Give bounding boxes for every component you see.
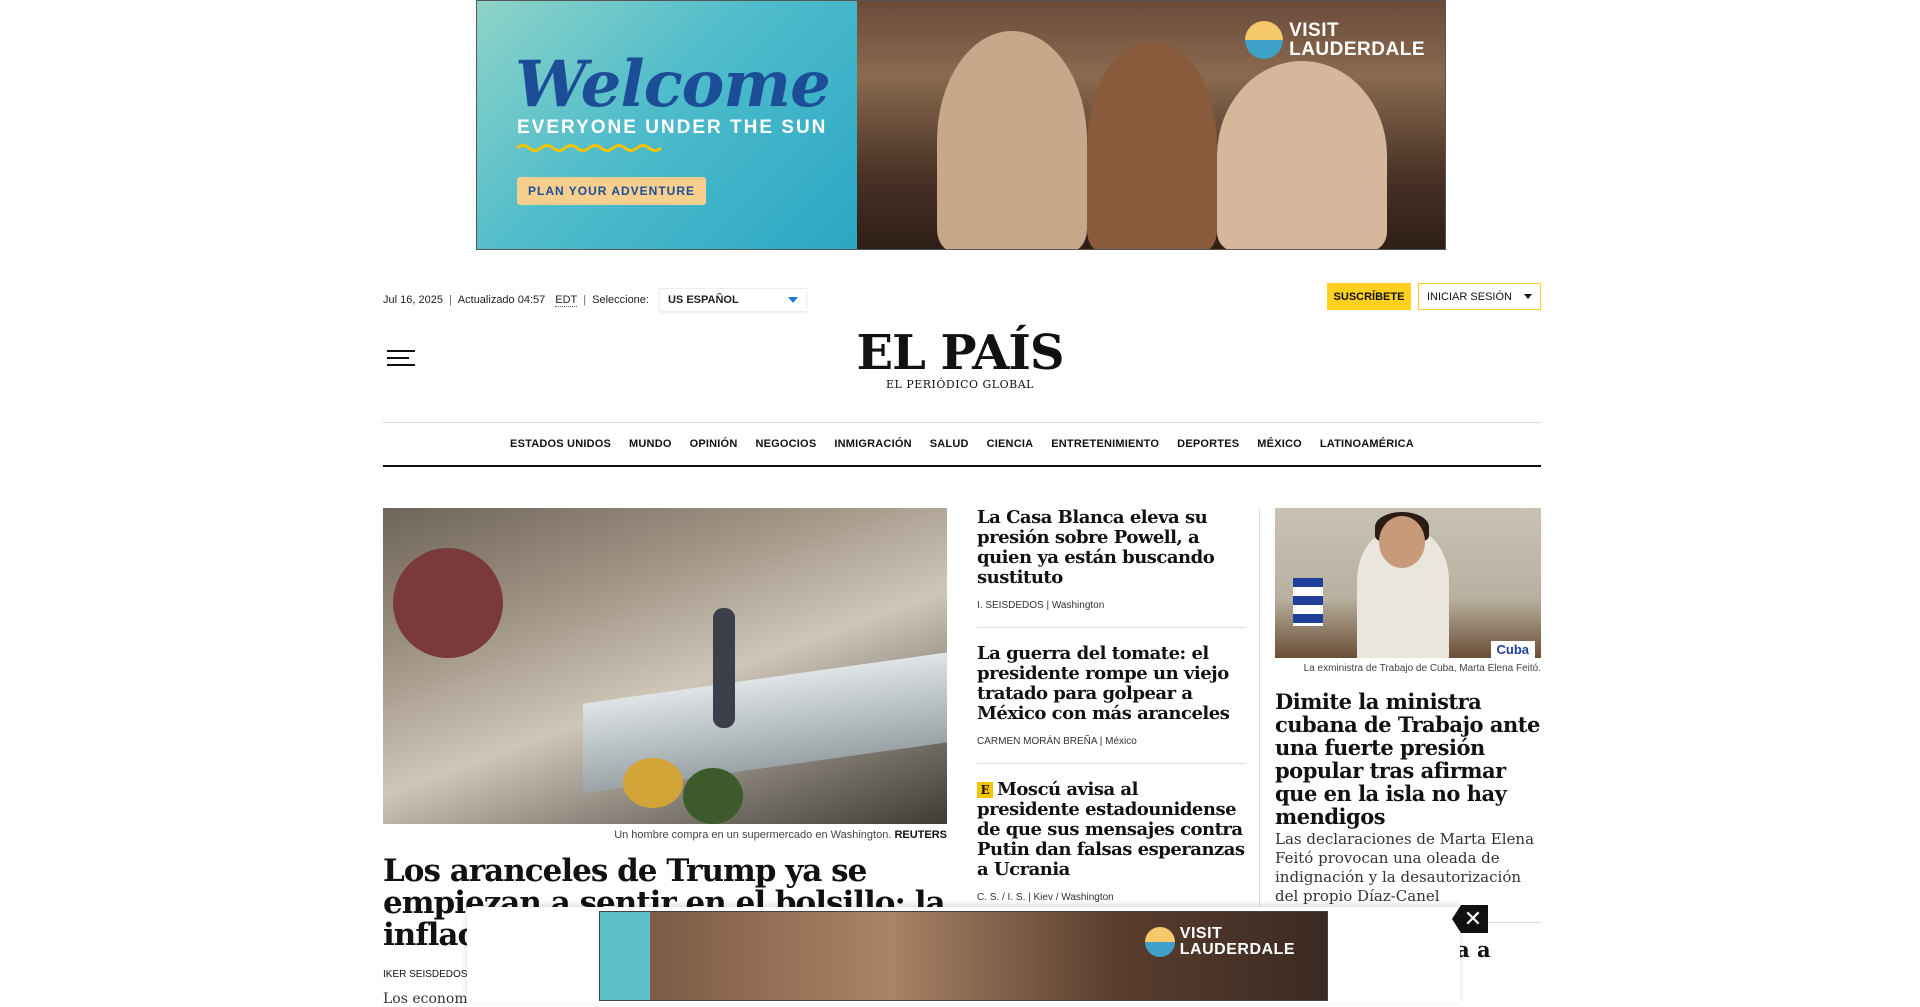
- story-byline[interactable]: CARMEN MORÁN BREÑA | México: [977, 736, 1245, 747]
- ad-tagline: EVERYONE UNDER THE SUN: [517, 117, 828, 138]
- portrait-face: [1379, 516, 1425, 568]
- ad-brand-line1: VISIT: [1289, 20, 1340, 41]
- story-byline[interactable]: C. S. / I. S. | Kiev / Washington: [977, 892, 1245, 903]
- right-story-image[interactable]: Cuba: [1275, 508, 1541, 658]
- login-label: INICIAR SESIÓN: [1427, 290, 1512, 303]
- ad-person: [937, 31, 1087, 249]
- top-advertisement[interactable]: Welcome EVERYONE UNDER THE SUN PLAN YOUR…: [476, 0, 1446, 250]
- divider: |: [583, 294, 587, 306]
- timezone: EDT: [555, 293, 578, 307]
- column-divider: [1259, 508, 1260, 908]
- hero-byline[interactable]: IKER SEISDEDOS: [383, 969, 467, 980]
- produce: [683, 768, 743, 824]
- ad-brand-line2: LAUDERDALE: [1179, 941, 1295, 958]
- site-logo[interactable]: EL PAÍS: [0, 325, 1920, 381]
- nav-entretenimiento[interactable]: ENTRETENIMIENTO: [1051, 438, 1159, 450]
- hero-caption-text: Un hombre compra en un supermercado en W…: [614, 829, 892, 841]
- exclusive-badge-icon: E: [977, 782, 993, 798]
- image-tag: Cuba: [1490, 641, 1535, 658]
- story-headline[interactable]: La Casa Blanca eleva su presión sobre Po…: [977, 508, 1245, 588]
- story-item: La guerra del tomate: el presidente romp…: [977, 644, 1245, 764]
- ad-brand-logo: VISIT LAUDERDALE: [1144, 925, 1295, 958]
- shopper: [713, 608, 735, 728]
- divider: |: [448, 294, 452, 306]
- right-lede: Las declaraciones de Marta Elena Feitó p…: [1275, 830, 1535, 905]
- sun-logo-icon: [1144, 927, 1175, 957]
- cuba-flag: [1293, 578, 1323, 626]
- nav-negocios[interactable]: NEGOCIOS: [755, 438, 816, 450]
- section-nav: ESTADOS UNIDOS MUNDO OPINIÓN NEGOCIOS IN…: [383, 422, 1541, 467]
- edition-select-label: Seleccione:: [592, 294, 649, 306]
- ad-photo: VISIT LAUDERDALE: [857, 1, 1445, 249]
- ad-brand-line1: VISIT: [1179, 925, 1223, 942]
- ad-person: [1217, 61, 1387, 249]
- nav-mundo[interactable]: MUNDO: [629, 438, 672, 450]
- sticky-ad-bar: VISIT LAUDERDALE: [467, 907, 1460, 1003]
- story-headline-wrap[interactable]: E Moscú avisa al presidente estadounidens…: [977, 780, 1245, 880]
- hero-image[interactable]: [383, 508, 947, 824]
- ad-cta-button[interactable]: PLAN YOUR ADVENTURE: [517, 177, 706, 205]
- nav-mexico[interactable]: MÉXICO: [1257, 438, 1302, 450]
- ad-person: [1087, 41, 1217, 249]
- sun-logo-icon: [1245, 21, 1284, 59]
- ad-welcome-text: Welcome: [515, 47, 831, 122]
- story-headline: Moscú avisa al presidente estadounidense…: [977, 779, 1245, 880]
- chevron-down-icon: [1524, 294, 1532, 299]
- right-caption: La exministra de Trabajo de Cuba, Marta …: [1303, 663, 1541, 674]
- subscribe-button[interactable]: SUSCRÍBETE: [1327, 283, 1411, 310]
- sticky-advertisement[interactable]: VISIT LAUDERDALE: [599, 911, 1328, 1001]
- nav-deportes[interactable]: DEPORTES: [1177, 438, 1239, 450]
- story-byline[interactable]: I. SEISDEDOS | Washington: [977, 600, 1245, 611]
- secondary-stories: La Casa Blanca eleva su presión sobre Po…: [977, 508, 1245, 936]
- hero-lede: Los econom: [383, 991, 468, 1007]
- edition-select[interactable]: US ESPAÑOL: [658, 288, 807, 312]
- right-headline[interactable]: Dimite la ministra cubana de Trabajo ant…: [1275, 690, 1545, 828]
- chevron-down-icon: [787, 297, 798, 303]
- hero-credit: REUTERS: [894, 829, 947, 841]
- produce: [623, 758, 683, 808]
- site-tagline: EL PERIÓDICO GLOBAL: [886, 378, 1034, 391]
- edition-value: US ESPAÑOL: [667, 294, 739, 306]
- nav-inmigracion[interactable]: INMIGRACIÓN: [834, 438, 911, 450]
- story-item: La Casa Blanca eleva su presión sobre Po…: [977, 508, 1245, 628]
- ad-brand-logo: VISIT LAUDERDALE: [1245, 21, 1425, 59]
- ad-brand-line2: LAUDERDALE: [1289, 39, 1425, 60]
- hero-caption: Un hombre compra en un supermercado en W…: [383, 829, 947, 841]
- ad-panel: Welcome EVERYONE UNDER THE SUN PLAN YOUR…: [477, 1, 857, 249]
- current-date: Jul 16, 2025: [383, 294, 443, 306]
- login-button[interactable]: INICIAR SESIÓN: [1418, 283, 1541, 310]
- story-item: E Moscú avisa al presidente estadounidens…: [977, 780, 1245, 920]
- nav-salud[interactable]: SALUD: [930, 438, 969, 450]
- utility-bar: Jul 16, 2025 | Actualizado 04:57 EDT | S…: [383, 288, 807, 312]
- produce: [393, 548, 503, 658]
- nav-estados-unidos[interactable]: ESTADOS UNIDOS: [510, 438, 611, 450]
- nav-latinoamerica[interactable]: LATINOAMÉRICA: [1320, 438, 1414, 450]
- nav-ciencia[interactable]: CIENCIA: [987, 438, 1034, 450]
- story-headline[interactable]: La guerra del tomate: el presidente romp…: [977, 644, 1245, 724]
- updated-time: Actualizado 04:57: [457, 294, 546, 306]
- nav-opinion[interactable]: OPINIÓN: [690, 438, 738, 450]
- wave-decoration-icon: [517, 144, 662, 152]
